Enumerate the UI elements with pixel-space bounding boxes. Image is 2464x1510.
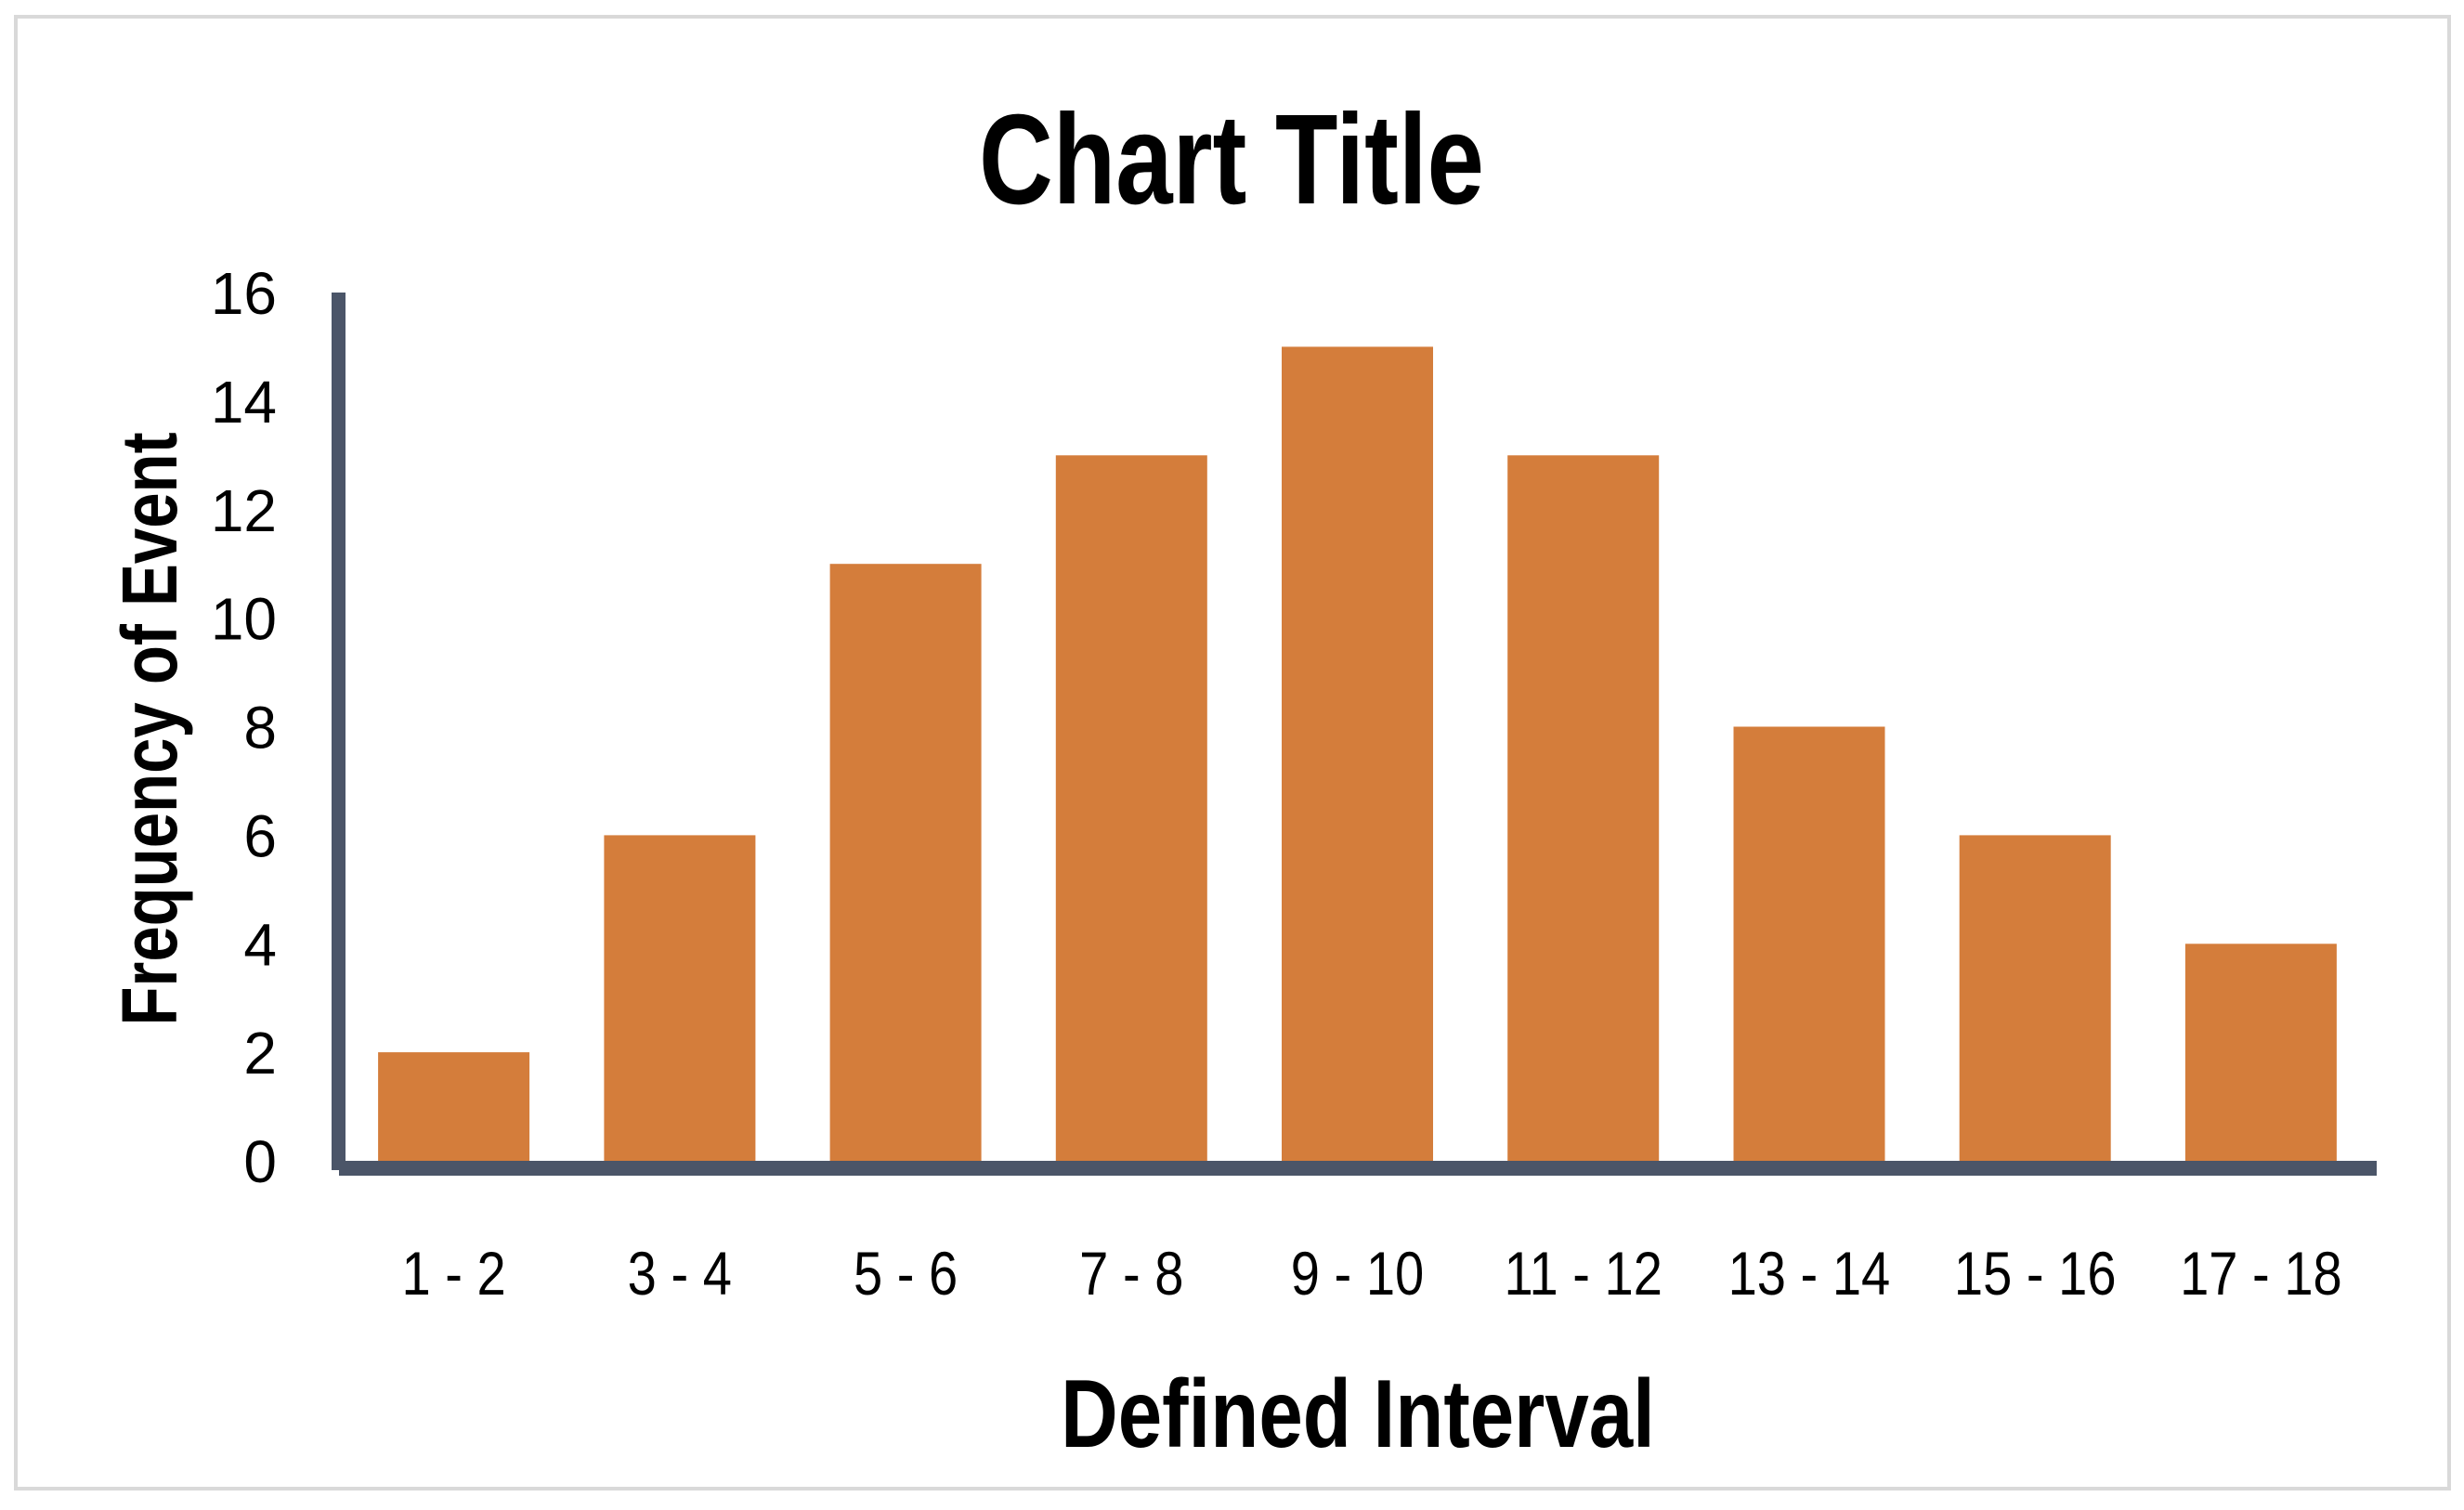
bar [1282,346,1433,1161]
y-axis-line [332,293,345,1170]
x-tick-labels: 1 - 2 3 - 4 5 - 6 7 - 8 9 - 10 11 - 12 13 - 14… [401,1240,2341,1308]
bar [1959,835,2111,1161]
x-axis-line [339,1161,2377,1176]
bar [1507,455,1660,1161]
x-tick-label: 11 - 12 [1504,1240,1662,1308]
x-tick-label: 9 - 10 [1291,1240,1424,1308]
bar [378,1052,530,1161]
y-tick-label: 2 [243,1020,277,1087]
y-tick-label: 16 [211,260,277,327]
chart: Chart Title 0 2 4 6 8 10 12 14 16 1 - 2 3 - 4 5 - … [14,15,2451,1490]
y-tick-label: 8 [243,695,277,762]
bar [1055,455,1207,1161]
y-tick-label: 0 [243,1128,277,1195]
bar [829,564,982,1161]
bar [1733,726,1885,1161]
x-tick-label: 5 - 6 [854,1240,958,1308]
bar [604,835,756,1161]
x-tick-label: 7 - 8 [1079,1240,1183,1308]
y-tick-label: 10 [211,586,277,653]
x-tick-label: 1 - 2 [401,1240,505,1308]
y-tick-label: 4 [243,911,277,978]
y-tick-label: 6 [243,802,277,869]
y-tick-label: 12 [211,477,277,544]
y-tick-label: 14 [211,369,277,436]
x-tick-label: 13 - 14 [1728,1240,1891,1308]
x-axis-title: Defined Interval [1061,1360,1655,1468]
x-tick-label: 17 - 18 [2180,1240,2342,1308]
y-axis-title: Frequency of Event [107,432,194,1025]
bar [2184,944,2337,1162]
x-tick-label: 3 - 4 [628,1240,732,1308]
x-tick-label: 15 - 16 [1954,1240,2117,1308]
chart-title: Chart Title [979,88,1484,230]
